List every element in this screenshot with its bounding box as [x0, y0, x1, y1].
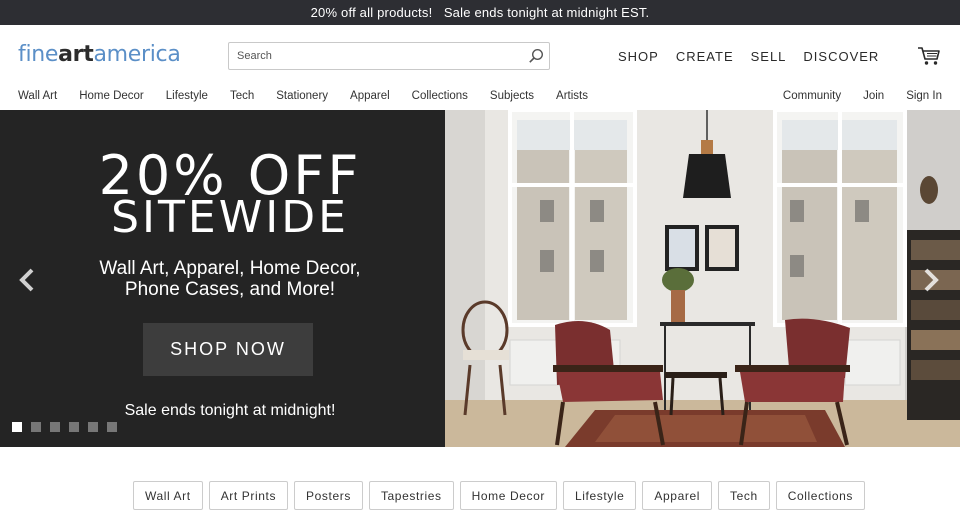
carousel-dot[interactable] — [69, 422, 79, 432]
hero-room-image — [445, 110, 960, 447]
subnav-subjects[interactable]: Subjects — [490, 90, 534, 102]
subnav-lifestyle[interactable]: Lifestyle — [166, 90, 208, 102]
chip-tapestries[interactable]: Tapestries — [368, 481, 454, 510]
carousel-dot[interactable] — [31, 422, 41, 432]
promo-banner: 20% off all products! Sale ends tonight … — [0, 0, 960, 25]
carousel-dots — [12, 422, 117, 432]
chip-home-decor[interactable]: Home Decor — [459, 481, 557, 510]
subnav-wall-art[interactable]: Wall Art — [18, 90, 57, 102]
nav-shop[interactable]: SHOP — [618, 49, 659, 64]
nav-discover[interactable]: DISCOVER — [803, 49, 879, 64]
carousel-next-icon[interactable] — [922, 268, 940, 297]
promo-text: 20% off all products! Sale ends tonight … — [310, 5, 650, 20]
shopping-cart-icon[interactable] — [917, 45, 941, 67]
chip-art-prints[interactable]: Art Prints — [208, 481, 289, 510]
hero-carousel: 20% OFF SITEWIDE Wall Art, Apparel, Home… — [0, 110, 960, 447]
carousel-prev-icon[interactable] — [18, 268, 36, 297]
category-chips: Wall Art Art Prints Posters Tapestries H… — [133, 481, 866, 510]
main-nav: SHOP CREATE SELL DISCOVER — [618, 49, 879, 64]
subnav-tech[interactable]: Tech — [230, 90, 254, 102]
search-icon[interactable] — [523, 43, 549, 69]
logo-part-fine: fine — [18, 42, 59, 67]
logo-part-america: america — [93, 42, 181, 67]
search-box — [228, 42, 550, 70]
chip-lifestyle[interactable]: Lifestyle — [563, 481, 637, 510]
chip-wall-art[interactable]: Wall Art — [133, 481, 203, 510]
site-header: fineartamerica SHOP CREATE SELL DISCOVER — [0, 25, 960, 87]
shop-now-button[interactable]: SHOP NOW — [143, 323, 313, 376]
hero-title-secondary: SITEWIDE — [111, 192, 349, 243]
nav-create[interactable]: CREATE — [676, 49, 734, 64]
hero-subtitle-line-2: Phone Cases, and More! — [124, 279, 336, 300]
subnav-stationery[interactable]: Stationery — [276, 90, 328, 102]
carousel-dot[interactable] — [107, 422, 117, 432]
carousel-dot[interactable] — [12, 422, 22, 432]
subnav-join[interactable]: Join — [863, 90, 884, 102]
category-nav: Wall Art Home Decor Lifestyle Tech Stati… — [0, 87, 960, 110]
site-logo[interactable]: fineartamerica — [18, 42, 181, 67]
carousel-dot[interactable] — [88, 422, 98, 432]
hero-subtitle: Wall Art, Apparel, Home Decor, Phone Cas… — [0, 258, 460, 300]
chip-collections[interactable]: Collections — [775, 481, 866, 510]
hero-subtitle-line-1: Wall Art, Apparel, Home Decor, — [99, 258, 361, 279]
subnav-community[interactable]: Community — [783, 90, 841, 102]
carousel-dot[interactable] — [50, 422, 60, 432]
logo-part-art: art — [58, 42, 94, 67]
subnav-collections[interactable]: Collections — [412, 90, 468, 102]
chip-tech[interactable]: Tech — [717, 481, 770, 510]
nav-sell[interactable]: SELL — [751, 49, 787, 64]
chip-posters[interactable]: Posters — [294, 481, 363, 510]
subnav-home-decor[interactable]: Home Decor — [79, 90, 144, 102]
subnav-artists[interactable]: Artists — [556, 90, 588, 102]
hero-text-panel: 20% OFF SITEWIDE Wall Art, Apparel, Home… — [0, 110, 445, 447]
subnav-apparel[interactable]: Apparel — [350, 90, 390, 102]
sale-note: Sale ends tonight at midnight! — [124, 402, 336, 419]
search-input[interactable] — [229, 43, 523, 69]
subnav-sign-in[interactable]: Sign In — [906, 90, 942, 102]
chip-apparel[interactable]: Apparel — [642, 481, 712, 510]
